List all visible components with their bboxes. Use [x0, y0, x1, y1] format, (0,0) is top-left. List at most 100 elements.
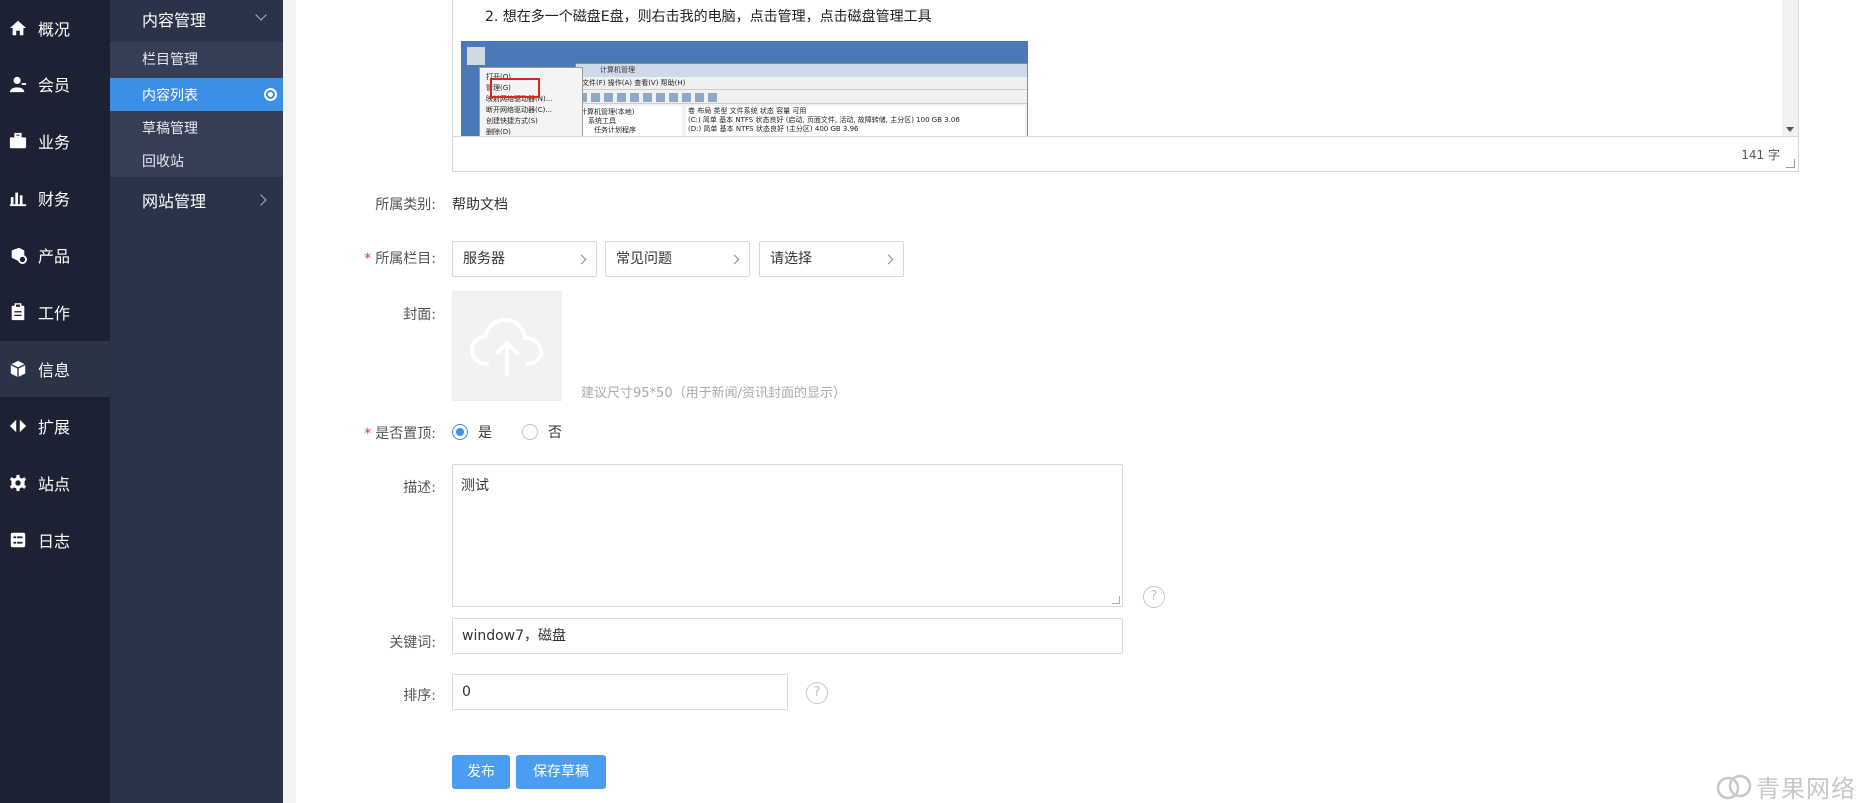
description-value: 测试 — [461, 478, 489, 494]
sort-help-icon[interactable]: ? — [806, 682, 828, 704]
subnav-label: 草稿管理 — [142, 120, 198, 137]
screenshot-window: 计算机管理 文件(F) 操作(A) 查看(V) 帮助(H) 计算机管理(本地) … — [575, 63, 1028, 137]
pin-top-no-radio[interactable]: 否 — [522, 422, 562, 442]
picker-value: 请选择 — [770, 251, 812, 267]
subnav-label: 内容列表 — [142, 87, 198, 104]
sort-input[interactable]: 0 — [452, 674, 788, 710]
screenshot-tree-item: 任务计划程序 — [594, 126, 636, 134]
active-indicator-icon — [264, 88, 277, 101]
column-picker-level3[interactable]: 请选择 — [759, 241, 904, 277]
rich-text-editor[interactable]: 2. 想在多一个磁盘E盘，则右击我的电脑，点击管理，点击磁盘管理工具 计算机管理… — [452, 0, 1799, 172]
description-textarea[interactable]: 测试 — [452, 464, 1123, 607]
screenshot-grid-header: 卷 布局 类型 文件系统 状态 容量 可用 — [688, 107, 807, 115]
chevron-right-icon — [255, 194, 267, 206]
nav-label: 财务 — [38, 190, 71, 209]
subnav-item-columns[interactable]: 栏目管理 — [110, 42, 283, 75]
cover-label: 封面: — [403, 307, 436, 323]
picker-value: 常见问题 — [616, 251, 672, 267]
sort-value: 0 — [462, 684, 471, 700]
screenshot-window-title: 计算机管理 — [576, 64, 1027, 77]
cube-icon — [8, 359, 28, 379]
required-mark: * — [364, 426, 372, 442]
nav-label: 日志 — [38, 532, 71, 551]
pin-top-label: * 是否置顶: — [316, 423, 436, 443]
resize-handle-icon[interactable] — [1786, 159, 1795, 168]
pin-top-label-text: 是否置顶: — [375, 426, 436, 442]
column-picker-level1[interactable]: 服务器 — [452, 241, 597, 277]
code-icon — [8, 416, 28, 436]
keywords-value: window7，磁盘 — [462, 628, 567, 644]
nav-item-products[interactable]: 产品 — [0, 227, 110, 283]
chevron-right-icon — [883, 254, 894, 265]
watermark-icon — [1716, 774, 1752, 799]
keywords-label: 关键词: — [389, 635, 436, 651]
subnav-item-recycle-bin[interactable]: 回收站 — [110, 144, 283, 177]
screenshot-toolbar — [576, 90, 1027, 104]
category-value: 帮助文档 — [452, 197, 508, 213]
nav-label: 概况 — [38, 20, 71, 39]
editor-scrollbar[interactable] — [1782, 0, 1798, 137]
embedded-screenshot-image: 计算机管理 文件(F) 操作(A) 查看(V) 帮助(H) 计算机管理(本地) … — [461, 41, 1028, 137]
scroll-down-icon[interactable] — [1786, 127, 1794, 132]
nav-item-members[interactable]: 会员 — [0, 56, 110, 112]
chevron-right-icon — [576, 254, 587, 265]
word-count: 141 字 — [1741, 148, 1780, 162]
watermark-text: 青果网络 — [1756, 775, 1856, 803]
primary-nav: 概况 会员 业务 财务 产品 工作 信息 扩展 站点 日志 — [0, 0, 110, 803]
screenshot-ctx-item: 断开网络驱动器(C)... — [486, 106, 553, 114]
nav-group-site-management[interactable]: 网站管理 — [110, 181, 283, 219]
nav-item-overview[interactable]: 概况 — [0, 0, 110, 56]
nav-item-info[interactable]: 信息 — [0, 341, 110, 397]
column-label-text: 所属栏目: — [375, 251, 436, 267]
column-picker-level2[interactable]: 常见问题 — [605, 241, 750, 277]
user-icon — [8, 74, 28, 94]
group-label: 网站管理 — [142, 192, 207, 211]
gear-icon — [8, 473, 28, 493]
nav-item-finance[interactable]: 财务 — [0, 170, 110, 226]
publish-button[interactable]: 发布 — [452, 755, 510, 789]
radio-checked-icon — [452, 424, 468, 440]
nav-label: 信息 — [38, 361, 71, 380]
screenshot-context-menu: 打开(O) 管理(G) 映射网络驱动器(N)... 断开网络驱动器(C)... … — [479, 67, 583, 137]
column-label: * 所属栏目: — [316, 248, 436, 268]
clipboard-icon — [8, 302, 28, 322]
cover-upload-button[interactable] — [452, 291, 562, 401]
keywords-input[interactable]: window7，磁盘 — [452, 618, 1123, 654]
nav-item-logs[interactable]: 日志 — [0, 512, 110, 568]
description-label: 描述: — [403, 480, 436, 496]
nav-item-extensions[interactable]: 扩展 — [0, 398, 110, 454]
watermark-logo: 青果网络 — [1716, 770, 1856, 803]
editor-body[interactable]: 2. 想在多一个磁盘E盘，则右击我的电脑，点击管理，点击磁盘管理工具 计算机管理… — [453, 0, 1782, 137]
nav-item-work[interactable]: 工作 — [0, 284, 110, 340]
nav-label: 产品 — [38, 247, 71, 266]
chevron-down-icon — [255, 9, 267, 21]
subnav-item-drafts[interactable]: 草稿管理 — [110, 111, 283, 144]
editor-text-line: 2. 想在多一个磁盘E盘，则右击我的电脑，点击管理，点击磁盘管理工具 — [485, 9, 932, 25]
content-submenu: 栏目管理 内容列表 草稿管理 回收站 — [110, 42, 283, 177]
nav-label: 站点 — [38, 475, 71, 494]
screenshot-grid-row: (D:) 简单 基本 NTFS 状态良好 (主分区) 400 GB 3.96 — [688, 125, 859, 133]
screenshot-tree-item: 计算机管理(本地) — [580, 108, 635, 116]
description-help-icon[interactable]: ? — [1143, 586, 1165, 608]
nav-item-site[interactable]: 站点 — [0, 455, 110, 511]
pin-top-yes-radio[interactable]: 是 — [452, 422, 492, 442]
subnav-item-content-list[interactable]: 内容列表 — [110, 78, 283, 111]
briefcase-icon — [8, 131, 28, 151]
screenshot-tree: 计算机管理(本地) 系统工具 任务计划程序 — [578, 106, 682, 137]
desktop-icon — [467, 47, 485, 65]
resize-handle-icon[interactable] — [1112, 596, 1120, 604]
nav-item-business[interactable]: 业务 — [0, 113, 110, 169]
log-icon — [8, 530, 28, 550]
radio-label: 否 — [548, 425, 562, 441]
nav-group-content-management[interactable]: 内容管理 — [110, 0, 283, 38]
bar-chart-icon — [8, 188, 28, 208]
screenshot-ctx-item: 创建快捷方式(S) — [486, 117, 538, 125]
secondary-nav: 内容管理 栏目管理 内容列表 草稿管理 回收站 网站管理 — [110, 0, 283, 803]
save-draft-button[interactable]: 保存草稿 — [516, 755, 606, 789]
picker-value: 服务器 — [463, 251, 505, 267]
nav-label: 会员 — [38, 76, 71, 95]
screenshot-menu: 文件(F) 操作(A) 查看(V) 帮助(H) — [576, 77, 1027, 90]
radio-label: 是 — [478, 425, 492, 441]
required-mark: * — [364, 251, 372, 267]
subnav-label: 回收站 — [142, 153, 184, 170]
